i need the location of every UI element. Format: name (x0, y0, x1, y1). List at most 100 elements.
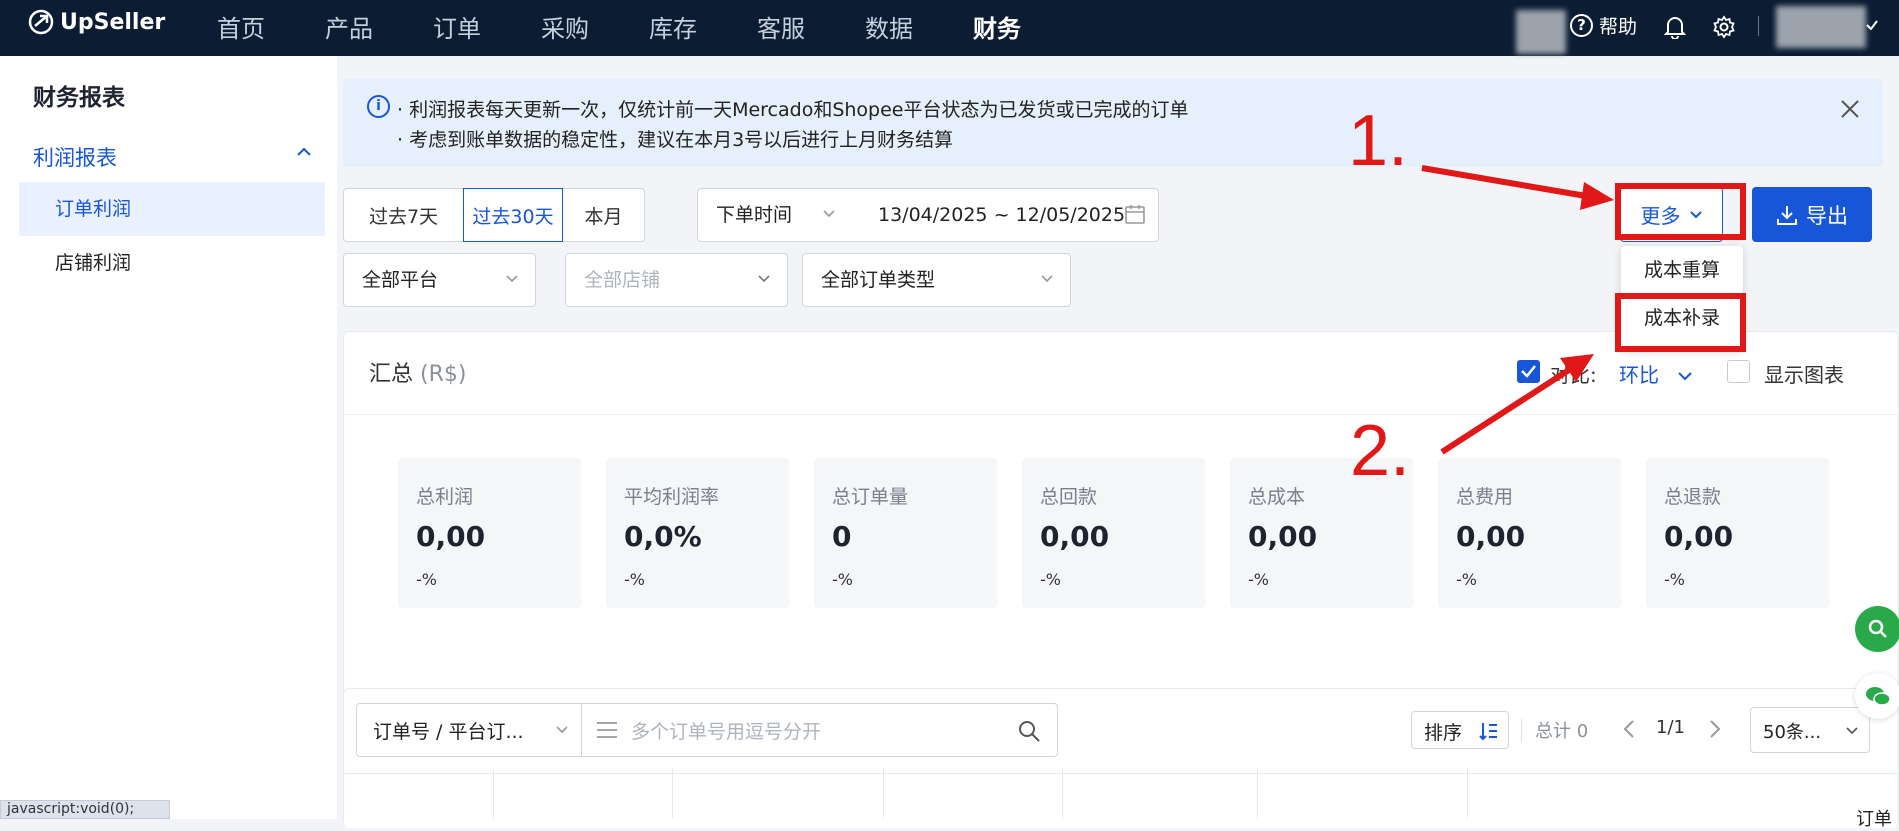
store-select[interactable]: 全部店铺 (565, 253, 788, 307)
stat-label: 总利润 (416, 486, 474, 508)
chevron-right-icon[interactable] (1708, 719, 1722, 739)
table-column-divider (1062, 768, 1063, 819)
summary-card: 汇总 (R$) 对比: 环比 显示图表 总利润 0,00 -% 平均利润率 0,… (343, 331, 1899, 719)
date-end: 12/05/2025 (1015, 204, 1126, 226)
gear-icon[interactable] (1712, 15, 1736, 39)
table-column-divider (1467, 768, 1468, 819)
page-indicator: 1/1 (1656, 717, 1685, 738)
chevron-down-icon (1846, 727, 1858, 735)
store-placeholder: 全部店铺 (584, 269, 661, 291)
stat-label: 总回款 (1040, 486, 1098, 508)
search-icon[interactable] (1017, 719, 1041, 743)
stat-label: 总退款 (1664, 486, 1722, 508)
date-range-picker[interactable]: 13/04/2025 ~ 12/05/2025 (852, 188, 1159, 242)
sidebar-title: 财务报表 (33, 85, 125, 111)
order-type-select[interactable]: 全部订单类型 (802, 253, 1071, 307)
nav-customer-service[interactable]: 客服 (757, 9, 805, 44)
info-icon: i (367, 95, 390, 118)
menu-item-cost-recalculate[interactable]: 成本重算 (1621, 246, 1743, 294)
stat-value: 0,0% (624, 520, 702, 553)
time-type-value: 下单时间 (716, 204, 793, 226)
stat-value: 0,00 (1040, 520, 1110, 553)
compare-label: 对比: (1550, 363, 1597, 387)
wechat-icon (1866, 687, 1891, 706)
show-chart-checkbox[interactable] (1727, 360, 1750, 383)
sort-button[interactable]: 排序 (1411, 711, 1509, 749)
stat-value: 0 (832, 520, 852, 553)
platform-value: 全部平台 (362, 269, 439, 291)
compare-checkbox[interactable] (1517, 360, 1540, 383)
close-icon[interactable] (1838, 97, 1862, 121)
chevron-down-icon (1678, 372, 1693, 381)
range-this-month-button[interactable]: 本月 (562, 188, 645, 242)
table-column-divider (883, 768, 884, 819)
sidebar-item-store-profit[interactable]: 店铺利润 (19, 236, 325, 290)
stat-total-profit: 总利润 0,00 -% (398, 458, 581, 608)
highlight-cost-supplement (1615, 293, 1746, 352)
floating-wechat-button[interactable] (1855, 673, 1899, 719)
nav-finance[interactable]: 财务 (973, 9, 1021, 44)
info-notice: i · 利润报表每天更新一次，仅统计前一天Mercado和Shopee平台状态为… (343, 79, 1883, 167)
calendar-icon (1125, 205, 1145, 224)
date-separator: ~ (993, 204, 1010, 226)
nav-home[interactable]: 首页 (217, 9, 265, 44)
date-start: 13/04/2025 (878, 204, 988, 226)
divider (1758, 16, 1759, 36)
floating-search-button[interactable] (1855, 606, 1899, 652)
nav-orders[interactable]: 订单 (433, 9, 481, 44)
platform-select[interactable]: 全部平台 (343, 253, 536, 307)
sidebar: 财务报表 利润报表 订单利润 店铺利润 (0, 56, 337, 819)
download-icon (1777, 205, 1797, 225)
stat-label: 总成本 (1248, 486, 1306, 508)
search-field-value: 订单号 / 平台订... (373, 721, 524, 743)
sidebar-item-order-profit[interactable]: 订单利润 (19, 182, 325, 236)
search-icon (1868, 619, 1887, 638)
page-size-select[interactable]: 50条... (1750, 707, 1870, 753)
divider (1521, 719, 1522, 743)
help-link[interactable]: ? 帮助 (1570, 12, 1637, 39)
highlight-more-button (1615, 183, 1746, 240)
export-button[interactable]: 导出 (1752, 187, 1872, 242)
search-field-select[interactable]: 订单号 / 平台订... (356, 703, 582, 757)
page-size-value: 50条... (1763, 722, 1822, 743)
chevron-up-icon[interactable] (296, 146, 312, 158)
stat-change: -% (1664, 570, 1685, 589)
list-icon (597, 722, 617, 738)
main-content: i · 利润报表每天更新一次，仅统计前一天Mercado和Shopee平台状态为… (343, 56, 1899, 830)
range-7-days-button[interactable]: 过去7天 (343, 188, 464, 242)
order-type-value: 全部订单类型 (821, 269, 936, 291)
summary-title: 汇总 (R$) (369, 356, 466, 388)
time-type-select[interactable]: 下单时间 (697, 188, 853, 242)
order-search-input[interactable]: 多个订单号用逗号分开 (581, 703, 1058, 757)
check-icon (1866, 20, 1878, 30)
stat-total-refunds: 总退款 0,00 -% (1646, 458, 1829, 608)
chevron-down-icon (823, 210, 835, 218)
nav-products[interactable]: 产品 (325, 9, 373, 44)
question-icon: ? (1570, 14, 1593, 37)
check-icon (1521, 365, 1536, 378)
nav-purchase[interactable]: 采购 (541, 9, 589, 44)
chevron-left-icon[interactable] (1622, 719, 1636, 739)
nav-data[interactable]: 数据 (865, 9, 913, 44)
range-30-days-button[interactable]: 过去30天 (463, 188, 563, 242)
compare-mode-select[interactable]: 环比 (1619, 359, 1693, 388)
stat-value: 0,00 (1456, 520, 1526, 553)
bell-icon[interactable] (1664, 15, 1686, 39)
chevron-down-icon (1041, 275, 1053, 283)
show-chart-label: 显示图表 (1764, 363, 1844, 387)
stat-total-payout: 总回款 0,00 -% (1022, 458, 1205, 608)
blurred-region (1516, 10, 1566, 54)
export-label: 导出 (1806, 203, 1848, 228)
account-avatar-blurred[interactable] (1776, 6, 1866, 48)
nav-inventory[interactable]: 库存 (649, 9, 697, 44)
table-header-cell: 订单 (1856, 809, 1892, 830)
stat-label: 总费用 (1456, 486, 1514, 508)
stat-change: -% (1040, 570, 1061, 589)
brand-logo[interactable]: UpSeller (28, 9, 165, 35)
stat-change: -% (832, 570, 853, 589)
sidebar-group-profit-report[interactable]: 利润报表 (33, 142, 117, 172)
stat-value: 0,00 (416, 520, 486, 553)
stat-change: -% (1248, 570, 1269, 589)
total-count: 总计 0 (1535, 721, 1589, 742)
upseller-logo-icon (28, 9, 54, 35)
